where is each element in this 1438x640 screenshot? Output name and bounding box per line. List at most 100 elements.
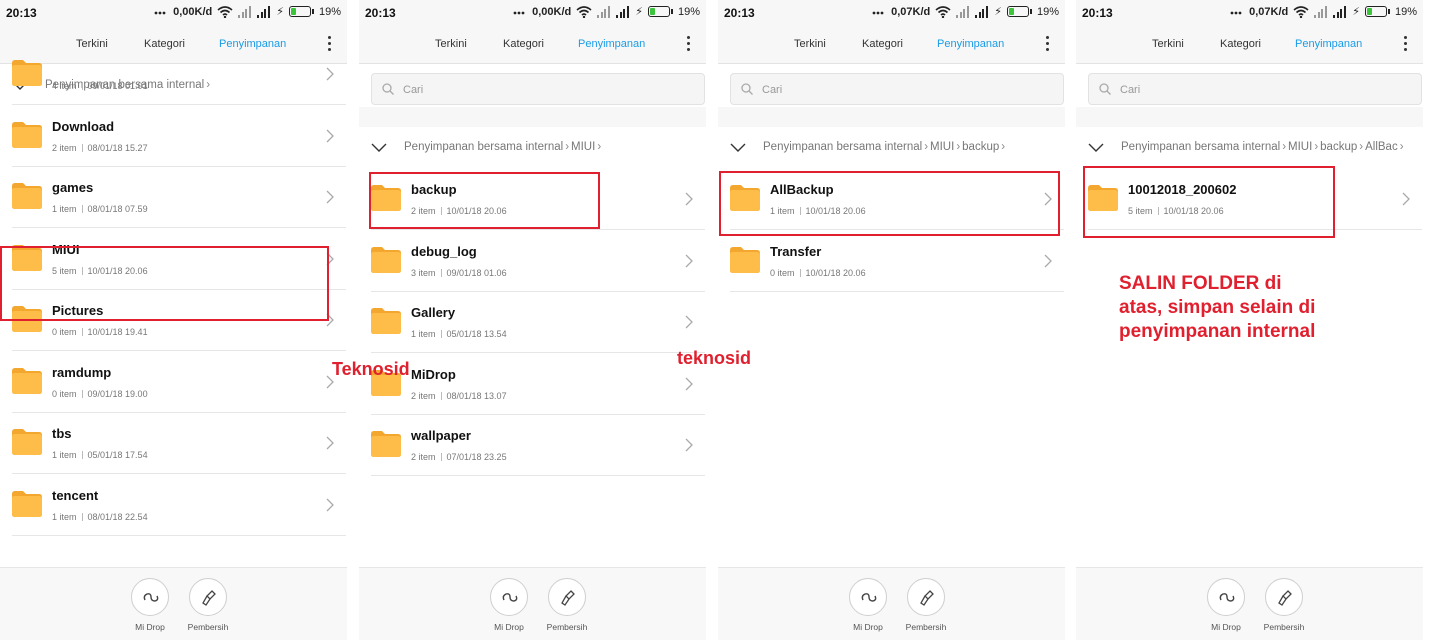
breadcrumb-segment[interactable]: Penyimpanan bersama internal [763,141,922,153]
folder-meta: 3 item 09/01/18 01.06 [411,268,507,278]
chevron-right-icon [685,377,693,390]
folder-meta: 4 item 09/01/18 01.01 [52,81,148,91]
chevron-right-icon [326,67,334,81]
folder-row[interactable]: games 1 item 08/01/18 07.59 [12,166,346,228]
folder-row[interactable]: wallpaper 2 item 07/01/18 23.25 [371,414,705,476]
signal-weak-icon [597,5,611,18]
modified-date: 07/01/18 23.25 [446,452,507,462]
battery-icon [288,6,314,17]
breadcrumb-segment[interactable]: Penyimpanan bersama internal [1121,141,1280,153]
cleaner-label: Pembersih [1263,622,1305,632]
midrop-button[interactable]: Mi Drop [120,578,180,632]
breadcrumb-segment[interactable]: MIUI [930,141,954,153]
chevron-down-icon[interactable] [371,141,387,153]
midrop-button[interactable]: Mi Drop [1196,578,1256,632]
breadcrumb-segment[interactable]: MIUI [1288,141,1312,153]
chevron-right-icon [685,315,693,329]
folder-row[interactable]: MiDrop 2 item 08/01/18 13.07 [371,353,705,415]
breadcrumb: Penyimpanan bersama internal › MIUI › backup… [1076,128,1423,168]
folder-name: Gallery [411,305,456,320]
folder-row[interactable]: Download 2 item 08/01/18 15.27 [12,105,346,167]
more-options-icon[interactable] [687,36,691,54]
tab-recent[interactable]: Terkini [1152,38,1184,50]
breadcrumb-arrow-icon: › [597,141,602,153]
broom-icon [561,590,575,606]
breadcrumb-arrow-icon: › [924,141,929,153]
midrop-button[interactable]: Mi Drop [838,578,898,632]
status-bar: 20:13 0,00K/d ⚡ 19% [359,0,706,26]
folder-row[interactable]: 4 item 09/01/18 01.01 [12,43,346,105]
breadcrumb-path: Penyimpanan bersama internal › MIUI › backup… [763,141,1007,153]
broom-icon [1278,590,1292,606]
network-speed: 0,07K/d [1249,5,1289,18]
search-input[interactable]: Cari [371,73,705,105]
status-bar: 20:13 0,07K/d ⚡ 19% [718,0,1065,26]
search-placeholder: Cari [1120,84,1141,96]
chevron-right-icon [685,254,693,267]
cleaner-button[interactable]: Pembersih [896,578,956,632]
folder-meta: 1 item 05/01/18 13.54 [411,329,507,339]
dots-icon [513,11,525,14]
modified-date: 08/01/18 15.27 [87,142,148,153]
chevron-right-icon [326,190,334,204]
breadcrumb-segment[interactable]: AllBac [1365,141,1398,153]
dots-icon [1230,11,1242,14]
folder-name: games [52,180,94,195]
folder-meta: 0 item 10/01/18 19.41 [52,327,148,337]
watermark-text: Teknosid [332,359,410,379]
screen-miui-folder: 20:13 0,00K/d ⚡ 19% Terkini Kategori Penyimpan… [359,0,706,640]
breadcrumb-segment[interactable]: backup [962,141,999,153]
folder-icon [12,121,42,148]
tab-category[interactable]: Kategori [862,38,903,50]
folder-icon [12,367,42,394]
cleaner-button[interactable]: Pembersih [1254,578,1314,632]
tab-category[interactable]: Kategori [503,38,544,50]
folder-meta: 1 item 08/01/18 07.59 [52,204,148,214]
broom-icon [202,590,216,606]
breadcrumb-arrow-icon: › [1282,141,1287,153]
item-count: 3 item [411,267,436,278]
section-divider [1076,107,1423,127]
status-icons: 0,00K/d ⚡ 19% [513,5,700,18]
instruction-note: SALIN FOLDER di atas, simpan selain di p… [1119,273,1316,342]
more-options-icon[interactable] [1404,36,1408,54]
signal-icon [616,5,630,18]
search-input[interactable]: Cari [730,73,1064,105]
signal-icon [257,5,271,18]
midrop-icon [1219,593,1235,602]
folder-name: debug_log [411,243,477,259]
folder-name: tencent [52,487,99,503]
watermark-text: teknosid [677,348,752,368]
midrop-button[interactable]: Mi Drop [479,578,539,632]
tab-recent[interactable]: Terkini [794,38,826,50]
breadcrumb-segment[interactable]: MIUI [571,141,595,153]
chevron-down-icon[interactable] [1088,141,1104,153]
tab-category[interactable]: Kategori [1220,38,1261,50]
breadcrumb-segment[interactable]: backup [1320,141,1357,153]
wifi-icon [1293,5,1309,18]
search-icon [1099,83,1111,95]
folder-row[interactable]: tbs 1 item 05/01/18 17.54 [12,412,346,474]
folder-name: ramdump [52,364,112,380]
folder-row[interactable]: debug_log 3 item 09/01/18 01.06 [371,230,705,292]
search-input[interactable]: Cari [1088,73,1422,105]
tab-storage[interactable]: Penyimpanan [578,38,645,50]
modified-date: 10/01/18 19.41 [87,327,148,337]
status-bar: 20:13 0,07K/d ⚡ 19% [1076,0,1423,26]
status-time: 20:13 [724,6,755,20]
cleaner-button[interactable]: Pembersih [178,578,238,632]
breadcrumb-segment[interactable]: Penyimpanan bersama internal [404,141,563,153]
tab-storage[interactable]: Penyimpanan [937,38,1004,50]
more-options-icon[interactable] [1046,36,1050,54]
signal-weak-icon [956,5,970,18]
tab-recent[interactable]: Terkini [435,38,467,50]
broom-icon [920,590,934,606]
folder-row[interactable]: Gallery 1 item 05/01/18 13.54 [371,291,705,353]
cleaner-button[interactable]: Pembersih [537,578,597,632]
chevron-down-icon[interactable] [730,141,746,153]
folder-row[interactable]: ramdump 0 item 09/01/18 19.00 [12,351,346,413]
folder-row[interactable]: Transfer 0 item 10/01/18 20.06 [730,230,1064,292]
tab-storage[interactable]: Penyimpanan [1295,38,1362,50]
folder-row[interactable]: tencent 1 item 08/01/18 22.54 [12,474,346,536]
battery-percent: 19% [1036,5,1059,18]
